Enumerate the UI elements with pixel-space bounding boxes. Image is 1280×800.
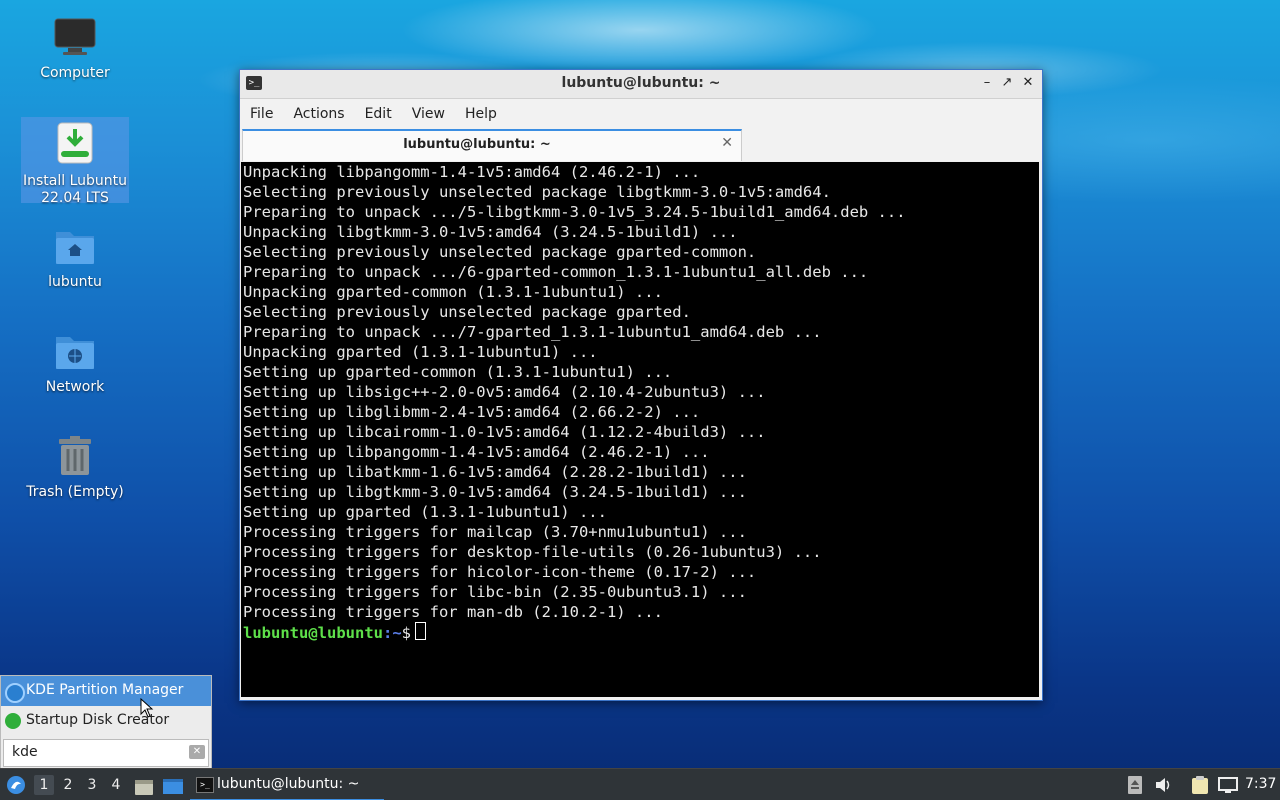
main-menu-button[interactable] xyxy=(6,775,26,795)
desktop-icon-home[interactable]: lubuntu xyxy=(21,226,129,291)
desktop-switch-3[interactable]: 3 xyxy=(82,775,102,795)
task-label: lubuntu@lubuntu: ~ xyxy=(217,776,360,792)
menu-view[interactable]: View xyxy=(404,106,453,122)
terminal-line: Setting up libatkmm-1.6-1v5:amd64 (2.28.… xyxy=(243,463,747,481)
terminal-line: Processing triggers for desktop-file-uti… xyxy=(243,543,822,561)
clipboard-icon[interactable] xyxy=(1190,775,1208,795)
close-button[interactable]: ✕ xyxy=(1019,74,1037,92)
home-folder-icon xyxy=(21,226,129,270)
file-manager-launcher[interactable] xyxy=(134,776,154,795)
terminal-line: Unpacking gparted (1.3.1-1ubuntu1) ... xyxy=(243,343,598,361)
menubar: File Actions Edit View Help xyxy=(240,99,1042,129)
terminal-line: Selecting previously unselected package … xyxy=(243,183,831,201)
prompt-symbol: $ xyxy=(401,624,411,642)
terminal-line: Setting up gparted-common (1.3.1-1ubuntu… xyxy=(243,363,673,381)
desktop-icon-computer[interactable]: Computer xyxy=(21,17,129,82)
terminal-tab[interactable]: lubuntu@lubuntu: ~ ✕ xyxy=(242,129,742,161)
launcher-result-label: KDE Partition Manager xyxy=(26,682,184,698)
desktop-icon-label: lubuntu xyxy=(48,274,102,290)
kde-partition-manager-icon xyxy=(5,683,25,703)
file-manager-icon xyxy=(135,780,153,795)
prompt-user: lubuntu@lubuntu xyxy=(243,624,383,642)
prompt-path: :~ xyxy=(382,624,402,642)
text-cursor xyxy=(415,622,426,640)
terminal-line: Unpacking libpangomm-1.4-1v5:amd64 (2.46… xyxy=(243,163,701,181)
clock[interactable]: 7:37 xyxy=(1245,776,1276,792)
terminal-window[interactable]: >_ lubuntu@lubuntu: ~ – ↗ ✕ File Actions… xyxy=(239,69,1043,701)
desktop-icon-label: Computer xyxy=(40,65,110,81)
launcher-result-kde-partition-manager[interactable]: KDE Partition Manager xyxy=(1,676,211,706)
terminal-line: Setting up libcairomm-1.0-1v5:amd64 (1.1… xyxy=(243,423,766,441)
show-desktop-button[interactable] xyxy=(162,776,184,794)
terminal-line: Preparing to unpack .../5-libgtkmm-3.0-1… xyxy=(243,203,906,221)
terminal-text: Unpacking libpangomm-1.4-1v5:amd64 (2.46… xyxy=(241,162,1039,622)
startup-disk-creator-icon xyxy=(5,713,21,729)
network-status-icon[interactable] xyxy=(1218,775,1238,795)
terminal-line: Processing triggers for man-db (2.10.2-1… xyxy=(243,603,663,621)
terminal-line: Preparing to unpack .../6-gparted-common… xyxy=(243,263,869,281)
terminal-line: Setting up libglibmm-2.4-1v5:amd64 (2.66… xyxy=(243,403,701,421)
menu-help[interactable]: Help xyxy=(457,106,505,122)
desktop-icon-label: Trash (Empty) xyxy=(26,484,124,500)
window-title: lubuntu@lubuntu: ~ xyxy=(561,75,721,91)
desktop-icon-install-lubuntu[interactable]: Install Lubuntu 22.04 LTS xyxy=(21,117,129,206)
window-titlebar[interactable]: >_ lubuntu@lubuntu: ~ – ↗ ✕ xyxy=(240,70,1042,99)
minimize-button[interactable]: – xyxy=(978,74,996,92)
desktop-switch-4[interactable]: 4 xyxy=(106,775,126,795)
app-launcher-popup: KDE Partition Manager Startup Disk Creat… xyxy=(0,675,212,769)
tab-title: lubuntu@lubuntu: ~ xyxy=(403,137,551,152)
terminal-line: Setting up libsigc++-2.0-0v5:amd64 (2.10… xyxy=(243,383,766,401)
network-folder-icon xyxy=(21,331,129,375)
removable-media-icon[interactable] xyxy=(1126,775,1144,795)
terminal-line: Unpacking gparted-common (1.3.1-1ubuntu1… xyxy=(243,283,663,301)
menu-edit[interactable]: Edit xyxy=(357,106,400,122)
task-terminal[interactable]: >_ lubuntu@lubuntu: ~ xyxy=(190,769,384,800)
tab-close-icon[interactable]: ✕ xyxy=(721,135,733,151)
desktop-icon-label: Network xyxy=(45,379,105,395)
tab-bar: lubuntu@lubuntu: ~ ✕ xyxy=(240,129,1042,161)
volume-icon[interactable] xyxy=(1154,775,1172,795)
menu-actions[interactable]: Actions xyxy=(285,106,352,122)
terminal-line: Selecting previously unselected package … xyxy=(243,303,691,321)
desktop-switch-1[interactable]: 1 xyxy=(34,775,54,795)
launcher-result-startup-disk-creator[interactable]: Startup Disk Creator xyxy=(1,706,211,736)
lubuntu-logo-icon xyxy=(7,776,25,794)
desktop-icon-network[interactable]: Network xyxy=(21,331,129,396)
terminal-output[interactable]: Unpacking libpangomm-1.4-1v5:amd64 (2.46… xyxy=(241,162,1039,697)
terminal-line: Setting up gparted (1.3.1-1ubuntu1) ... xyxy=(243,503,607,521)
maximize-button[interactable]: ↗ xyxy=(998,74,1016,92)
desktop-switch-2[interactable]: 2 xyxy=(58,775,78,795)
terminal-task-icon: >_ xyxy=(196,777,214,793)
terminal-line: Unpacking libgtkmm-3.0-1v5:amd64 (3.24.5… xyxy=(243,223,738,241)
terminal-line: Processing triggers for hicolor-icon-the… xyxy=(243,563,757,581)
terminal-line: Processing triggers for libc-bin (2.35-0… xyxy=(243,583,747,601)
show-desktop-icon xyxy=(163,779,183,794)
desktop-icon-trash[interactable]: Trash (Empty) xyxy=(21,436,129,501)
clear-search-icon[interactable]: ✕ xyxy=(189,745,205,759)
terminal-line: Setting up libgtkmm-3.0-1v5:amd64 (3.24.… xyxy=(243,483,747,501)
terminal-line: Preparing to unpack .../7-gparted_1.3.1-… xyxy=(243,323,822,341)
menu-file[interactable]: File xyxy=(242,106,281,122)
terminal-line: Selecting previously unselected package … xyxy=(243,243,757,261)
taskbar: 1 2 3 4 >_ lubuntu@lubuntu: ~ 7:37 xyxy=(0,768,1280,800)
launcher-search-box[interactable]: ✕ xyxy=(3,739,209,767)
terminal-line: Setting up libpangomm-1.4-1v5:amd64 (2.4… xyxy=(243,443,710,461)
launcher-search-input[interactable] xyxy=(10,743,184,761)
mouse-pointer-icon xyxy=(140,698,154,718)
monitor-icon xyxy=(21,17,129,61)
terminal-prompt: lubuntu@lubuntu:~$ xyxy=(241,622,1039,643)
desktop-icon-label: Install Lubuntu 22.04 LTS xyxy=(22,173,127,206)
trash-icon xyxy=(21,436,129,480)
installer-icon xyxy=(21,117,129,169)
terminal-line: Processing triggers for mailcap (3.70+nm… xyxy=(243,523,747,541)
